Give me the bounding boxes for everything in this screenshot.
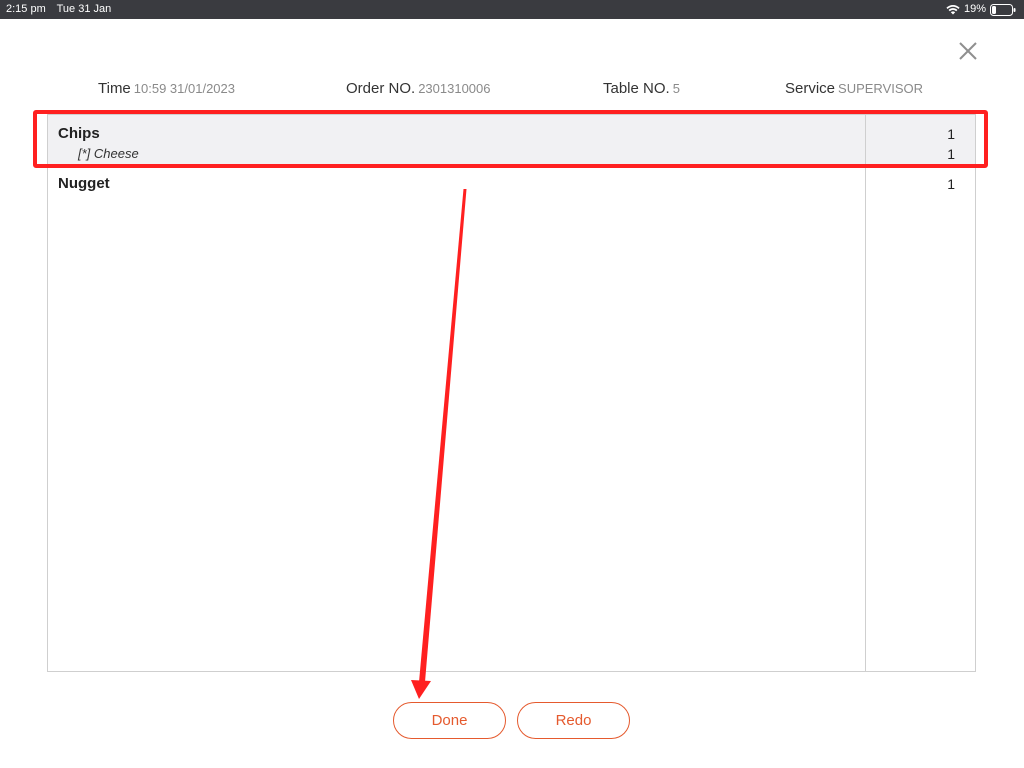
order-items-table: Chips 1 [*] Cheese 1 Nugget 1	[47, 114, 976, 672]
status-date: Tue 31 Jan	[56, 3, 112, 15]
order-detail-screen: 2:15 pm Tue 31 Jan 19% Time 10:59 31/01/2…	[0, 0, 1024, 768]
table-number-value: 5	[672, 81, 680, 96]
close-icon[interactable]	[955, 38, 981, 64]
status-time: 2:15 pm	[6, 3, 46, 15]
time-label: Time	[98, 80, 131, 97]
item-name: Nugget	[58, 175, 110, 192]
order-number-value: 2301310006	[418, 81, 491, 96]
order-info-row: Time 10:59 31/01/2023 Order NO. 2301310006…	[0, 80, 1024, 100]
qty-column-divider	[865, 115, 866, 671]
item-modifier-qty: 1	[947, 146, 955, 162]
info-order-number: Order NO. 2301310006	[346, 80, 491, 97]
item-modifier: [*] Cheese	[78, 146, 139, 161]
redo-button[interactable]: Redo	[517, 702, 630, 739]
battery-percent: 19%	[963, 3, 986, 15]
table-number-label: Table NO.	[603, 80, 670, 97]
order-item-row-chips[interactable]: Chips 1 [*] Cheese 1	[48, 115, 975, 165]
item-qty: 1	[947, 176, 955, 192]
info-service: Service SUPERVISOR	[785, 80, 923, 97]
service-label: Service	[785, 80, 836, 97]
info-time: Time 10:59 31/01/2023	[98, 80, 235, 97]
battery-icon	[990, 3, 1016, 16]
time-value: 10:59 31/01/2023	[133, 81, 235, 96]
status-bar-left: 2:15 pm Tue 31 Jan	[6, 0, 119, 19]
wifi-icon	[946, 5, 960, 15]
order-number-label: Order NO.	[346, 80, 416, 97]
service-value: SUPERVISOR	[838, 81, 924, 96]
item-qty: 1	[947, 126, 955, 142]
status-bar: 2:15 pm Tue 31 Jan 19%	[0, 0, 1024, 19]
status-bar-right: 19%	[946, 0, 1016, 19]
order-item-row-nugget[interactable]: Nugget 1	[48, 169, 975, 197]
item-name: Chips	[58, 125, 100, 142]
info-table-number: Table NO. 5	[603, 80, 680, 97]
done-button[interactable]: Done	[393, 702, 506, 739]
